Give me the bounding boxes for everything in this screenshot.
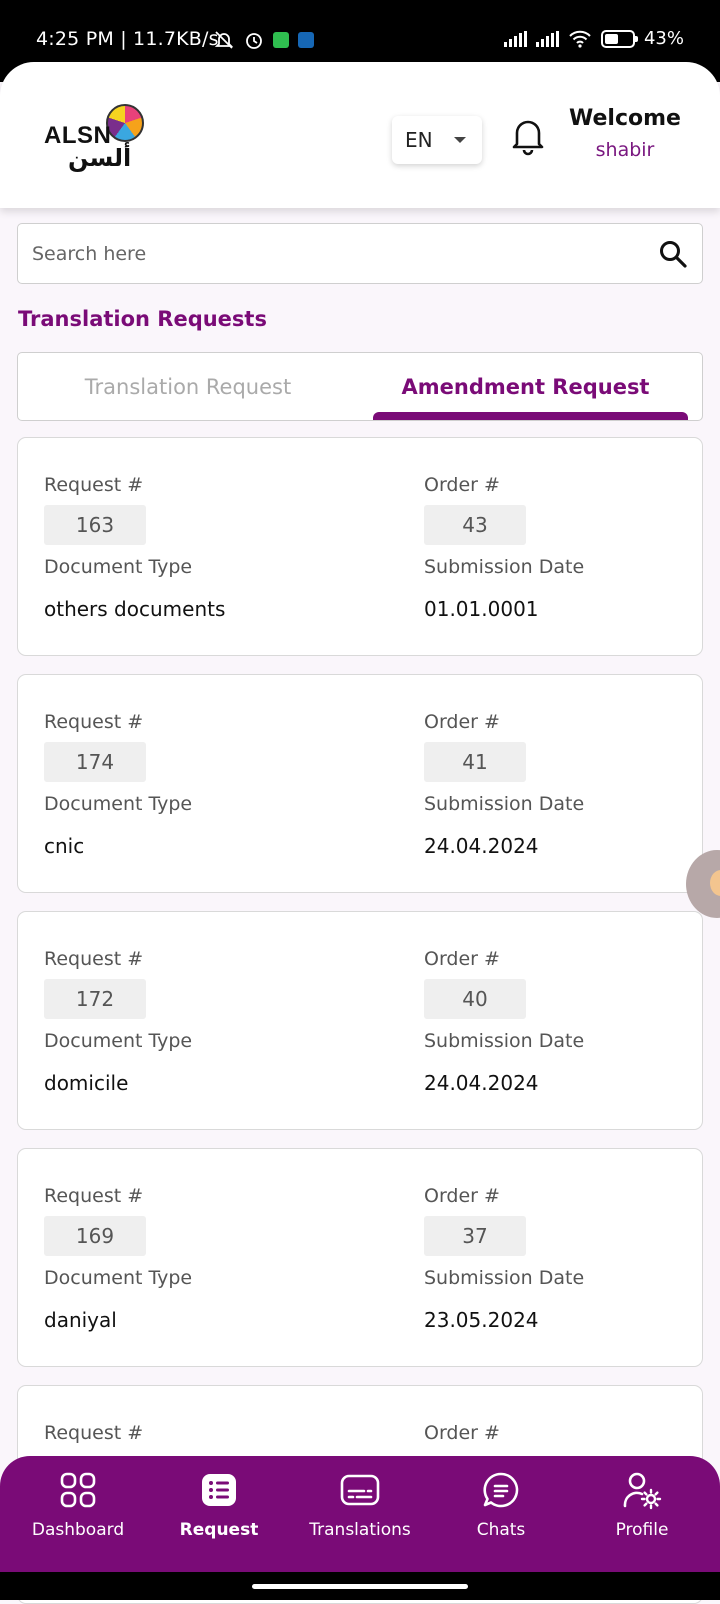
request-list-icon bbox=[202, 1474, 236, 1506]
order-number: 37 bbox=[424, 1216, 526, 1256]
request-number: 169 bbox=[44, 1216, 146, 1256]
request-card[interactable]: Request # 169 Document Type daniyal Orde… bbox=[17, 1148, 703, 1367]
alsn-logo: ALSN ألسن bbox=[44, 104, 154, 176]
request-card[interactable]: Request # 163 Document Type others docum… bbox=[17, 437, 703, 656]
submission-date-label: Submission Date bbox=[424, 793, 585, 815]
language-value: EN bbox=[405, 128, 433, 152]
request-number: 163 bbox=[44, 505, 146, 545]
submission-date-label: Submission Date bbox=[424, 1030, 585, 1052]
welcome-title: Welcome bbox=[569, 106, 681, 131]
order-number-label: Order # bbox=[424, 1422, 500, 1444]
document-type-label: Document Type bbox=[44, 1267, 193, 1289]
dashboard-grid-icon bbox=[60, 1472, 96, 1508]
nav-request-label: Request bbox=[179, 1520, 259, 1540]
search-bar bbox=[17, 223, 703, 284]
system-gesture-area bbox=[0, 1572, 720, 1600]
nav-chats-label: Chats bbox=[476, 1520, 526, 1540]
nav-profile[interactable]: Profile bbox=[572, 1470, 712, 1540]
request-number-label: Request # bbox=[44, 474, 144, 496]
whatsapp-icon bbox=[273, 32, 289, 48]
nav-dashboard-label: Dashboard bbox=[31, 1520, 125, 1540]
request-number: 172 bbox=[44, 979, 146, 1019]
language-dropdown[interactable]: EN bbox=[392, 116, 482, 164]
submission-date-value: 24.04.2024 bbox=[424, 834, 539, 858]
caret-down-icon bbox=[454, 137, 466, 143]
order-number: 40 bbox=[424, 979, 526, 1019]
status-time: 4:25 PM | 11.7KB/s bbox=[36, 28, 219, 50]
translations-subtitle-icon bbox=[340, 1474, 380, 1506]
submission-date-value: 01.01.0001 bbox=[424, 597, 539, 621]
battery-percent: 43% bbox=[643, 28, 684, 49]
app-header: ALSN ألسن EN Welcome shabir bbox=[0, 62, 720, 208]
status-notification-icons bbox=[213, 30, 314, 50]
profile-settings-icon bbox=[623, 1472, 662, 1510]
submission-date-label: Submission Date bbox=[424, 1267, 585, 1289]
signal-icon bbox=[503, 30, 527, 47]
request-card[interactable]: Request # 174 Document Type cnic Order #… bbox=[17, 674, 703, 893]
order-number-label: Order # bbox=[424, 1185, 500, 1207]
order-number: 41 bbox=[424, 742, 526, 782]
document-type-value: domicile bbox=[44, 1071, 129, 1095]
nav-profile-label: Profile bbox=[615, 1520, 669, 1540]
request-number-label: Request # bbox=[44, 1185, 144, 1207]
welcome-block: Welcome shabir bbox=[560, 106, 690, 161]
home-indicator[interactable] bbox=[252, 1584, 468, 1589]
battery-icon bbox=[600, 29, 638, 48]
wifi-icon bbox=[569, 30, 591, 48]
search-input[interactable] bbox=[32, 224, 632, 283]
nav-request[interactable]: Request bbox=[149, 1470, 289, 1540]
order-number: 43 bbox=[424, 505, 526, 545]
document-type-value: daniyal bbox=[44, 1308, 117, 1332]
submission-date-value: 23.05.2024 bbox=[424, 1308, 539, 1332]
nav-chats[interactable]: Chats bbox=[431, 1470, 571, 1540]
request-tabs: Translation Request Amendment Request bbox=[17, 352, 703, 421]
document-type-label: Document Type bbox=[44, 1030, 193, 1052]
bottom-navigation: Dashboard Request Translations Chats Pro… bbox=[0, 1456, 720, 1572]
nav-dashboard[interactable]: Dashboard bbox=[8, 1470, 148, 1540]
submission-date-label: Submission Date bbox=[424, 556, 585, 578]
order-number-label: Order # bbox=[424, 474, 500, 496]
search-icon[interactable] bbox=[658, 239, 688, 269]
signal-icon-2 bbox=[535, 30, 559, 47]
request-card[interactable]: Request # 172 Document Type domicile Ord… bbox=[17, 911, 703, 1130]
request-number-label: Request # bbox=[44, 711, 144, 733]
linkedin-icon bbox=[298, 32, 314, 48]
mute-bell-icon bbox=[214, 31, 234, 49]
document-type-value: others documents bbox=[44, 597, 226, 621]
alarm-icon bbox=[246, 33, 262, 49]
active-tab-indicator bbox=[373, 412, 688, 420]
logo-emblem bbox=[106, 104, 144, 142]
chat-bubble-icon bbox=[483, 1472, 519, 1508]
nav-translations[interactable]: Translations bbox=[290, 1470, 430, 1540]
nav-translations-label: Translations bbox=[309, 1520, 411, 1540]
tab-translation-request[interactable]: Translation Request bbox=[18, 353, 358, 420]
submission-date-value: 24.04.2024 bbox=[424, 1071, 539, 1095]
request-number-label: Request # bbox=[44, 1422, 144, 1444]
document-type-value: cnic bbox=[44, 834, 85, 858]
user-name: shabir bbox=[595, 139, 655, 161]
document-type-label: Document Type bbox=[44, 556, 193, 578]
document-type-label: Document Type bbox=[44, 793, 193, 815]
order-number-label: Order # bbox=[424, 948, 500, 970]
tab-amendment-request[interactable]: Amendment Request bbox=[363, 353, 688, 420]
order-number-label: Order # bbox=[424, 711, 500, 733]
request-number: 174 bbox=[44, 742, 146, 782]
section-title: Translation Requests bbox=[18, 307, 267, 331]
request-number-label: Request # bbox=[44, 948, 144, 970]
notification-bell-icon[interactable] bbox=[508, 114, 548, 156]
status-system-icons: 43% bbox=[503, 28, 684, 49]
logo-arabic-text: ألسن bbox=[68, 144, 132, 172]
